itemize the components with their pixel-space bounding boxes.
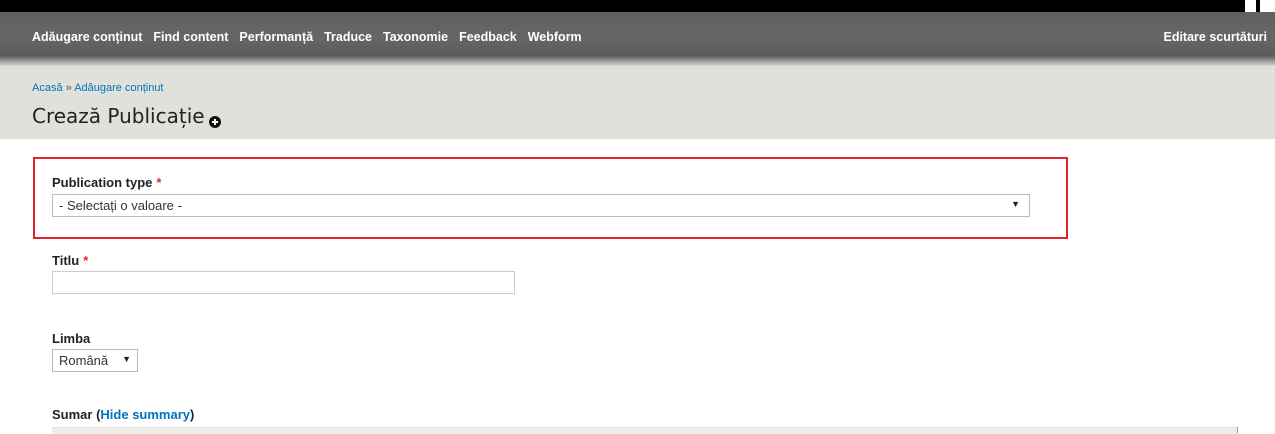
required-marker: * [83,253,89,268]
required-marker: * [156,175,162,190]
title-label-text: Titlu [52,253,80,268]
publication-type-label-text: Publication type [52,175,153,190]
triangle-down-icon: ▼ [122,354,131,364]
toolbar-menu: Adăugare conținut Find content Performan… [32,30,593,44]
edit-shortcuts-link[interactable]: Editare scurtături [1163,30,1267,44]
toolbar-item-find-content[interactable]: Find content [153,30,228,44]
publication-type-label: Publication type * [52,175,161,190]
page-header [0,66,1275,139]
language-select[interactable]: Română ▼ [52,349,138,372]
breadcrumb: Acasă » Adăugare conținut [32,82,164,94]
toolbar-item-translate[interactable]: Traduce [324,30,372,44]
toolbar-item-add-content[interactable]: Adăugare conținut [32,30,142,44]
language-label: Limba [52,331,91,346]
title-input[interactable] [52,271,515,294]
plus-circle-icon[interactable] [209,116,221,128]
language-selected-value: Română [59,353,109,368]
hide-summary-link[interactable]: Hide summary [100,407,190,422]
toolbar-shadow [0,56,1275,66]
summary-label: Sumar (Hide summary) [52,407,194,422]
triangle-down-icon: ▼ [1011,199,1020,209]
toolbar-item-performance[interactable]: Performanță [239,30,313,44]
toolbar-item-taxonomy[interactable]: Taxonomie [383,30,448,44]
summary-label-text: Sumar [52,407,93,422]
page-title: Crează Publicație [32,104,205,128]
title-label: Titlu * [52,253,88,268]
breadcrumb-add-content-link[interactable]: Adăugare conținut [74,82,163,94]
publication-type-selected-value: - Selectați o valoare - [59,198,182,213]
top-black-bar [0,0,1245,12]
summary-close-paren: ) [190,407,195,422]
breadcrumb-home-link[interactable]: Acasă [32,82,63,94]
toolbar-item-feedback[interactable]: Feedback [459,30,517,44]
toolbar-item-webform[interactable]: Webform [528,30,582,44]
breadcrumb-separator: » [62,82,75,94]
top-corner-mark [1256,0,1260,12]
summary-field-edge [1237,427,1238,433]
publication-type-select[interactable]: - Selectați o valoare - ▼ [52,194,1030,217]
